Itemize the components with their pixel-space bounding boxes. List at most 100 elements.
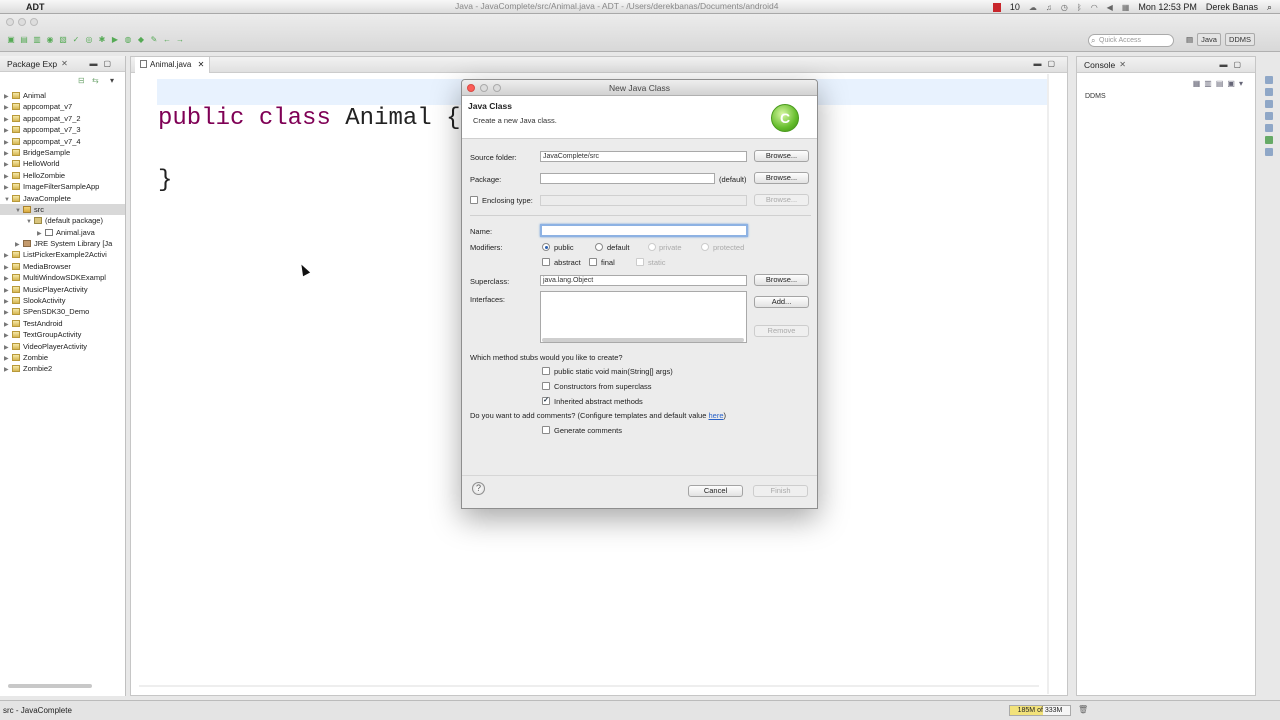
tree-item-zombie[interactable]: ▶ Zombie (0, 352, 125, 363)
modifier-abstract-checkbox[interactable] (542, 258, 550, 266)
close-tab-icon[interactable]: ✕ (198, 60, 205, 69)
perspective-java[interactable]: Java (1197, 33, 1221, 46)
lint-icon[interactable]: ✓ (71, 35, 81, 45)
open-type-icon[interactable]: ◆ (136, 35, 146, 45)
zoom-window-icon[interactable] (30, 18, 38, 26)
clock[interactable]: Mon 12:53 PM (1138, 2, 1197, 12)
editor-minimize-maximize-icon[interactable]: ▬▢ (1033, 59, 1061, 68)
code-area[interactable]: public class Animal { } (158, 103, 460, 196)
add-interface-button[interactable]: Add... (754, 296, 809, 308)
tree-item-helloworld[interactable]: ▶ HelloWorld (0, 158, 125, 169)
editor-horizontal-scrollbar[interactable] (139, 685, 1039, 687)
trash-icon[interactable]: 🗑 (1078, 705, 1088, 714)
stub-main-checkbox[interactable] (542, 367, 550, 375)
interfaces-list[interactable] (540, 291, 747, 343)
avd-icon[interactable]: ▧ (58, 35, 68, 45)
minimize-maximize-icon[interactable]: ▬▢ (89, 59, 117, 68)
tree-item-mediabrowser[interactable]: ▶ MediaBrowser (0, 261, 125, 272)
collapsed-arrow-icon[interactable]: ▶ (4, 183, 12, 192)
modifier-public-radio[interactable] (542, 243, 550, 251)
cancel-button[interactable]: Cancel (688, 485, 743, 497)
close-window-icon[interactable] (6, 18, 14, 26)
tree-item-appcompat-v7-4[interactable]: ▶ appcompat_v7_4 (0, 136, 125, 147)
trim-icon-4[interactable] (1265, 112, 1273, 120)
collapsed-arrow-icon[interactable]: ▶ (4, 297, 12, 306)
perspective-ddms[interactable]: DDMS (1224, 33, 1256, 46)
debug-icon[interactable]: ✱ (97, 35, 107, 45)
trim-icon-6[interactable] (1265, 136, 1273, 144)
collapsed-arrow-icon[interactable]: ▶ (4, 274, 12, 283)
console-toolbar-icons[interactable]: ▦▥▤▣▾ (1193, 79, 1247, 88)
cloud-icon[interactable]: ☁ (1029, 3, 1037, 12)
tree-item-animal-java[interactable]: ▶ Animal.java (0, 227, 125, 238)
package-field[interactable] (540, 173, 715, 184)
print-icon[interactable]: ▥ (32, 35, 42, 45)
external-tools-icon[interactable]: ◍ (123, 35, 133, 45)
tree-item-jre-system-library-ja[interactable]: ▶ JRE System Library [Ja (0, 238, 125, 249)
collapsed-arrow-icon[interactable]: ▶ (4, 308, 12, 317)
app-name-menu[interactable]: ADT (26, 2, 45, 12)
trim-icon-5[interactable] (1265, 124, 1273, 132)
tab-animal-java[interactable]: Animal.java ✕ (135, 57, 211, 73)
generate-comments-checkbox[interactable] (542, 426, 550, 434)
enclosing-type-checkbox[interactable] (470, 196, 478, 204)
bluetooth-icon[interactable]: ᛒ (1077, 3, 1082, 12)
new-class-icon[interactable]: ◎ (84, 35, 94, 45)
quick-access-field[interactable]: Quick Access (1088, 34, 1174, 47)
volume-icon[interactable]: ◀ (1107, 3, 1113, 12)
tree-item-imagefiltersampleapp[interactable]: ▶ ImageFilterSampleApp (0, 181, 125, 192)
browse-package-button[interactable]: Browse... (754, 172, 809, 184)
collapsed-arrow-icon[interactable]: ▶ (4, 286, 12, 295)
android-sdk-icon[interactable]: ◉ (45, 35, 55, 45)
user-menu[interactable]: Derek Banas (1206, 2, 1258, 12)
expanded-arrow-icon[interactable]: ▼ (15, 206, 23, 215)
minimize-window-icon[interactable] (18, 18, 26, 26)
spotlight-icon[interactable]: ⌕ (1267, 2, 1272, 13)
tree-item-zombie2[interactable]: ▶ Zombie2 (0, 363, 125, 374)
interfaces-scrollbar[interactable] (542, 338, 744, 342)
save-icon[interactable]: ▤ (19, 35, 29, 45)
browse-superclass-button[interactable]: Browse... (754, 274, 809, 286)
collapsed-arrow-icon[interactable]: ▶ (4, 343, 12, 352)
expanded-arrow-icon[interactable]: ▼ (4, 195, 12, 204)
tree-item-testandroid[interactable]: ▶ TestAndroid (0, 318, 125, 329)
modifier-final-checkbox[interactable] (589, 258, 597, 266)
editor-scrollbar[interactable] (1047, 74, 1049, 694)
forward-icon[interactable]: → (175, 35, 185, 45)
tree-item-listpickerexample2activi[interactable]: ▶ ListPickerExample2Activi (0, 249, 125, 260)
superclass-field[interactable]: java.lang.Object (540, 275, 747, 286)
package-explorer-tab[interactable]: Package Exp ✕ ▬▢ (0, 56, 125, 72)
view-menu-icon[interactable]: ▾ (110, 76, 114, 85)
browse-source-folder-button[interactable]: Browse... (754, 150, 809, 162)
collapsed-arrow-icon[interactable]: ▶ (4, 103, 12, 112)
stub-constructors-checkbox[interactable] (542, 382, 550, 390)
tree-item-slookactivity[interactable]: ▶ SlookActivity (0, 295, 125, 306)
tree-item-src[interactable]: ▼ src (0, 203, 125, 216)
console-tab[interactable]: Console ✕ ▬▢ (1077, 57, 1255, 73)
back-icon[interactable]: ← (162, 35, 172, 45)
configure-templates-link[interactable]: here (708, 411, 723, 420)
open-perspective-icon[interactable]: ▤ (1186, 35, 1193, 44)
tree-item-appcompat-v7-2[interactable]: ▶ appcompat_v7_2 (0, 113, 125, 124)
collapsed-arrow-icon[interactable]: ▶ (4, 172, 12, 181)
new-icon[interactable]: ▣ (6, 35, 16, 45)
help-icon[interactable]: ? (472, 482, 485, 495)
collapsed-arrow-icon[interactable]: ▶ (4, 126, 12, 135)
link-editor-icon[interactable]: ⇆ (92, 76, 99, 85)
collapsed-arrow-icon[interactable]: ▶ (4, 149, 12, 158)
tree-item-hellozombie[interactable]: ▶ HelloZombie (0, 170, 125, 181)
tree-item-animal[interactable]: ▶ Animal (0, 90, 125, 101)
tree-item-bridgesample[interactable]: ▶ BridgeSample (0, 147, 125, 158)
notification-count[interactable]: 10 (1010, 2, 1020, 12)
collapsed-arrow-icon[interactable]: ▶ (4, 320, 12, 329)
tree-item-multiwindowsdkexampl[interactable]: ▶ MultiWindowSDKExampl (0, 272, 125, 283)
class-name-field[interactable] (540, 224, 748, 237)
trim-icon-1[interactable] (1265, 76, 1273, 84)
expanded-arrow-icon[interactable]: ▼ (26, 217, 34, 226)
collapsed-arrow-icon[interactable]: ▶ (4, 365, 12, 374)
timemachine-icon[interactable]: ◷ (1061, 3, 1068, 12)
trim-icon-7[interactable] (1265, 148, 1273, 156)
collapsed-arrow-icon[interactable]: ▶ (4, 263, 12, 272)
console-minimize-maximize-icon[interactable]: ▬▢ (1219, 60, 1247, 69)
dialog-close-icon[interactable] (467, 84, 475, 92)
